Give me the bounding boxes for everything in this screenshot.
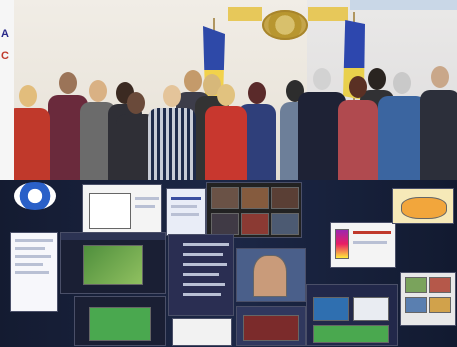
gear-logo-icon [14,182,56,210]
person [205,84,247,180]
side-mark: C [1,50,9,62]
bottom-tile [172,318,232,346]
person [148,85,196,180]
video-grid-tile [206,182,302,238]
side-mark: A [1,28,9,40]
gold-banner-left [228,7,262,21]
photo-board-tile [400,272,456,326]
person [338,76,378,180]
bottom-tile [74,296,166,346]
group-photo [0,0,457,180]
presentation-tile [166,188,206,236]
speaker-tile [236,248,306,302]
slide-tile [330,222,396,268]
conference-collage [0,180,457,347]
chat-panel-tile [10,232,58,312]
gold-banner-right [308,7,348,21]
video-call-tile [60,232,166,294]
bottom-tile [306,284,398,346]
top-strip [350,0,457,10]
participants-tile [168,234,234,316]
person [378,72,426,180]
person [420,66,457,180]
bottom-tile [236,306,306,346]
map-tile [392,188,454,224]
screenshot-tile [82,184,162,236]
university-emblem-icon [262,10,308,40]
